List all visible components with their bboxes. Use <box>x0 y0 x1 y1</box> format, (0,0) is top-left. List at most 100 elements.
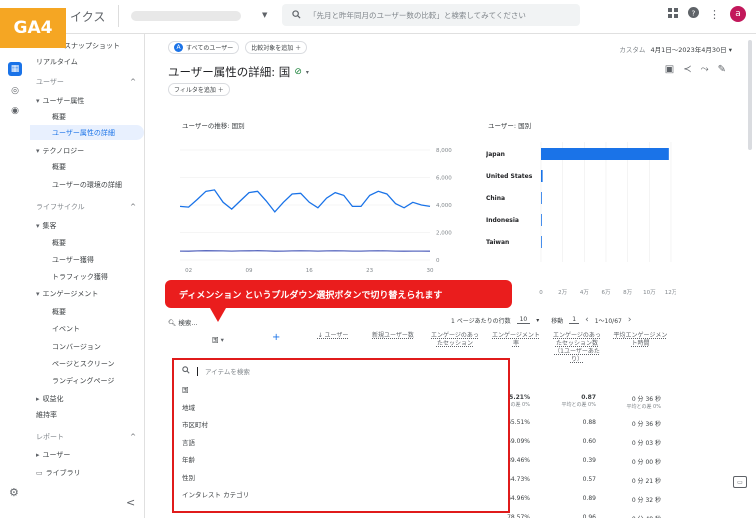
dropdown-option-6[interactable]: インタレスト カテゴリ <box>182 489 249 499</box>
search-bar[interactable]: 「先月と昨年同月のユーザー数の比較」と検索してみてください <box>282 4 580 26</box>
dimension-selector[interactable]: 国 ▾ <box>212 334 224 344</box>
date-range-picker[interactable]: カスタム 4月1日〜2023年4月30日 ▾ <box>619 44 732 54</box>
account-selector[interactable] <box>118 5 258 27</box>
column-header-2[interactable]: エンゲージのあったセッション <box>430 332 480 348</box>
sidebar-item-label: 概要 <box>52 307 66 316</box>
sidebar-item-9[interactable]: ライフサイクル ^ <box>30 199 144 214</box>
sidebar-item-13[interactable]: トラフィック獲得 <box>30 269 144 284</box>
advertising-icon[interactable]: ◉ <box>8 104 22 118</box>
date-range-value: 4月1日〜2023年4月30日 ▾ <box>650 46 732 54</box>
sidebar-item-10[interactable]: ▾ 集客 <box>30 218 144 233</box>
sidebar-item-label: スナップショット <box>64 41 120 50</box>
expand-caret-icon: ▾ <box>36 96 40 105</box>
bar-taiwan[interactable] <box>541 236 542 248</box>
bar-china[interactable] <box>541 192 542 204</box>
section-chevron-icon[interactable]: ^ <box>130 78 136 86</box>
x-tick-label: 16 <box>306 268 313 274</box>
sidebar-item-5[interactable]: ユーザー属性の詳細 <box>30 125 144 140</box>
sidebar-item-11[interactable]: 概要 <box>30 235 144 250</box>
row-avg-engagement-time-value: 0 分 32 秒 <box>631 497 661 504</box>
dropdown-option-5[interactable]: 性別 <box>182 472 195 482</box>
bar-japan[interactable] <box>541 148 669 160</box>
column-header-4[interactable]: エンゲージのあったセッション数（1ユーザーあたり） <box>552 332 602 364</box>
title-menu-caret-icon[interactable]: ▾ <box>306 69 309 76</box>
settings-gear-icon[interactable]: ⚙ <box>9 486 19 499</box>
edit-pencil-icon[interactable]: ✎ <box>718 64 726 75</box>
customize-report-icon[interactable]: ▣ <box>665 64 674 75</box>
section-chevron-icon[interactable]: ^ <box>130 203 136 211</box>
dropdown-option-4[interactable]: 年齢 <box>182 454 195 464</box>
insights-icon[interactable]: ⤳ <box>701 64 709 75</box>
bar-indonesia[interactable] <box>541 214 542 226</box>
dropdown-search-placeholder: アイテムを検索 <box>205 368 250 376</box>
sidebar-item-2[interactable]: ユーザー ^ <box>30 74 144 89</box>
rows-per-page-select[interactable]: 10 <box>516 316 531 324</box>
sidebar-item-8[interactable]: ユーザーの環境の詳細 <box>30 177 144 192</box>
bar-chart-title: ユーザー: 国別 <box>488 122 532 130</box>
sidebar-item-3[interactable]: ▾ ユーザー属性 <box>30 93 144 108</box>
total-avg-engagement-time-value: 0 分 36 秒 <box>631 396 661 403</box>
dropdown-option-2[interactable]: 市区町村 <box>182 419 208 429</box>
sidebar-item-17[interactable]: コンバージョン <box>30 339 144 354</box>
dimension-dropdown: アイテムを検索 国地域市区町村言語年齢性別インタレスト カテゴリ <box>172 358 510 513</box>
collapse-sidebar-icon[interactable]: < <box>126 496 135 509</box>
sidebar-item-label: ユーザー属性 <box>42 96 85 105</box>
dropdown-search[interactable]: アイテムを検索 <box>182 366 250 376</box>
sidebar-item-20[interactable]: ▸ 収益化 <box>30 391 144 406</box>
explore-icon[interactable]: ◎ <box>8 84 22 98</box>
sidebar-item-14[interactable]: ▾ エンゲージメント <box>30 286 144 301</box>
sidebar-item-19[interactable]: ランディングページ <box>30 373 144 388</box>
row-engagement-rate-value: 65.51% <box>507 419 530 426</box>
feedback-chat-icon[interactable]: ▭ <box>733 476 747 488</box>
sidebar-item-1[interactable]: リアルタイム <box>30 54 144 69</box>
share-icon[interactable]: ≺ <box>683 64 691 75</box>
column-header-1[interactable]: 新規ユーザー数 <box>368 332 418 340</box>
row-avg-engagement-time: 0 分 03 秒 <box>603 438 661 447</box>
apps-grid-icon[interactable] <box>668 7 678 21</box>
dropdown-option-0[interactable]: 国 <box>182 384 189 394</box>
sidebar-item-15[interactable]: 概要 <box>30 304 144 319</box>
sidebar-item-23[interactable]: ▸ ユーザー <box>30 447 144 462</box>
help-icon[interactable]: ? <box>688 7 699 21</box>
page-scrollbar[interactable] <box>748 40 752 150</box>
rows-per-page-caret-icon[interactable]: ▾ <box>536 317 539 324</box>
row-engagement-rate-value: 54.73% <box>507 476 530 483</box>
sidebar-item-label: ページとスクリーン <box>52 359 115 368</box>
goto-page-input[interactable]: 1 <box>569 316 580 324</box>
sidebar-item-16[interactable]: イベント <box>30 321 144 336</box>
sidebar-item-24[interactable]: ▭ ライブラリ <box>30 465 144 480</box>
sidebar-item-22[interactable]: レポート ^ <box>30 429 144 444</box>
column-header-3[interactable]: エンゲージメント率 <box>491 332 541 348</box>
bar-chart: 0 2万 4万 6万 8万 10万 12万 Japan United States China In… <box>486 142 676 296</box>
add-filter-button[interactable]: フィルタを追加 ＋ <box>168 83 230 96</box>
add-comparison-button[interactable]: 比較対象を追加 ＋ <box>245 41 308 54</box>
dropdown-option-3[interactable]: 言語 <box>182 437 195 447</box>
account-caret-icon[interactable]: ▼ <box>262 11 267 19</box>
add-dimension-icon[interactable]: + <box>272 332 280 343</box>
more-vert-icon[interactable]: ⋮ <box>709 8 720 21</box>
row-sessions-per-user-value: 0.96 <box>582 514 596 518</box>
prev-page-icon[interactable]: ‹ <box>585 315 589 325</box>
table-search[interactable]: 🔍︎ 検索... <box>168 317 198 327</box>
sidebar-item-4[interactable]: 概要 <box>30 109 144 124</box>
column-header-0[interactable]: ↓ ユーザー <box>308 332 358 340</box>
row-sessions-per-user-value: 0.39 <box>582 457 596 464</box>
sidebar-item-7[interactable]: 概要 <box>30 159 144 174</box>
reports-icon[interactable]: ▦ <box>8 62 22 76</box>
sidebar-item-label: ライブラリ <box>45 468 81 477</box>
sidebar-item-6[interactable]: ▾ テクノロジー <box>30 143 144 158</box>
expand-caret-icon: ▸ <box>36 394 40 403</box>
comparison-chip-all-users[interactable]: A すべてのユーザー <box>168 41 240 54</box>
sidebar-item-12[interactable]: ユーザー獲得 <box>30 252 144 267</box>
row-engagement-rate-value: 78.57% <box>507 514 530 518</box>
sidebar-item-18[interactable]: ページとスクリーン <box>30 356 144 371</box>
sidebar-item-label: ユーザー獲得 <box>52 255 94 264</box>
dropdown-option-1[interactable]: 地域 <box>182 402 195 412</box>
avatar[interactable]: a <box>730 6 746 22</box>
bar-united-states[interactable] <box>541 170 543 182</box>
search-icon <box>182 366 190 376</box>
column-header-5[interactable]: 平均エンゲージメント時間 <box>613 332 668 348</box>
section-chevron-icon[interactable]: ^ <box>130 433 136 441</box>
sidebar-item-21[interactable]: 維持率 <box>30 407 144 422</box>
next-page-icon[interactable]: › <box>628 315 632 325</box>
